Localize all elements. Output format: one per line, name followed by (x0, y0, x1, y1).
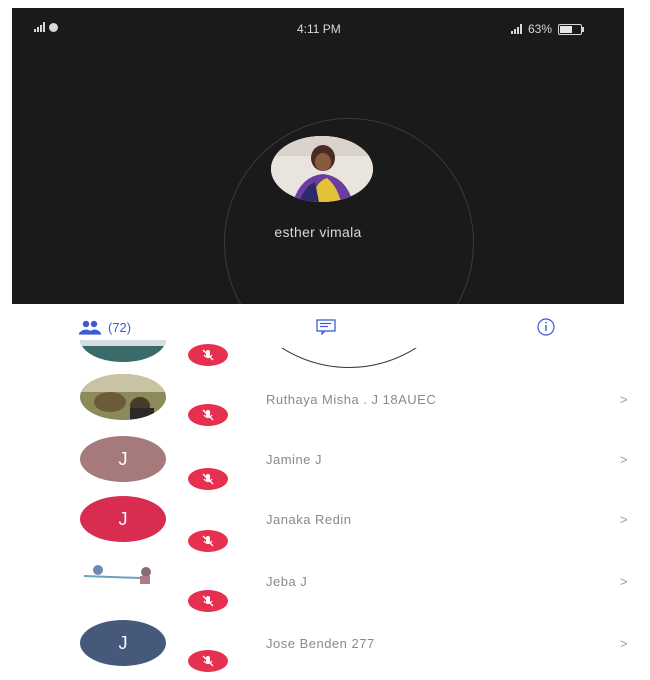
people-icon (79, 320, 101, 335)
participant-name: Ruthaya Misha . J 18AUEC (266, 392, 437, 407)
avatar (80, 374, 166, 420)
chevron-right-icon: > (620, 392, 628, 407)
mic-muted-icon (188, 344, 228, 366)
active-speaker-view: 4:11 PM 63% esther vimala (12, 8, 624, 368)
list-item[interactable]: J Jamine J > (0, 434, 650, 494)
participant-name: Jose Benden 277 (266, 636, 375, 651)
list-item[interactable]: J Jose Benden 277 > (0, 614, 650, 674)
avatar: J (80, 620, 166, 666)
battery-percent: 63% (527, 22, 552, 36)
participant-name: Jamine J (266, 452, 323, 467)
mic-muted-icon (188, 590, 228, 612)
status-bar: 4:11 PM 63% (12, 8, 624, 44)
chevron-right-icon: > (620, 636, 628, 651)
avatar: J (80, 436, 166, 482)
speaker-avatar[interactable] (271, 136, 373, 202)
list-item[interactable]: Ruthaya Misha . J 18AUEC > (0, 370, 650, 430)
notification-icon (49, 22, 58, 32)
tab-participants[interactable]: (72) (78, 316, 131, 338)
signal-icon (34, 22, 45, 32)
chevron-right-icon: > (620, 512, 628, 527)
status-time: 4:11 PM (297, 22, 341, 36)
chevron-right-icon: > (620, 452, 628, 467)
avatar-photo (80, 340, 166, 362)
mic-muted-icon (188, 650, 228, 672)
info-icon (537, 318, 555, 336)
mic-muted-icon (188, 468, 228, 490)
list-item[interactable] (0, 340, 650, 370)
participant-name: Janaka Redin (266, 512, 352, 527)
mic-muted-icon (188, 530, 228, 552)
battery-icon (558, 23, 584, 35)
avatar (80, 556, 166, 602)
tab-chat[interactable] (316, 316, 336, 338)
avatar-photo (80, 556, 166, 602)
speaker-photo (271, 136, 373, 202)
avatar: J (80, 496, 166, 542)
list-item[interactable]: J Janaka Redin > (0, 494, 650, 554)
list-item[interactable]: Jeba J > (0, 554, 650, 614)
avatar-photo (80, 374, 166, 420)
status-left (34, 22, 58, 32)
status-right: 63% (510, 22, 584, 36)
chevron-right-icon: > (620, 574, 628, 589)
avatar (80, 340, 166, 362)
mic-muted-icon (188, 404, 228, 426)
participants-count: (72) (108, 319, 132, 335)
speaker-name: esther vimala (274, 224, 362, 240)
participant-list[interactable]: Ruthaya Misha . J 18AUEC > J Jamine J > … (0, 340, 650, 680)
participant-name: Jeba J (266, 574, 308, 589)
network-signal-icon (510, 24, 522, 34)
chat-icon (316, 319, 336, 335)
tab-info[interactable] (536, 316, 556, 338)
